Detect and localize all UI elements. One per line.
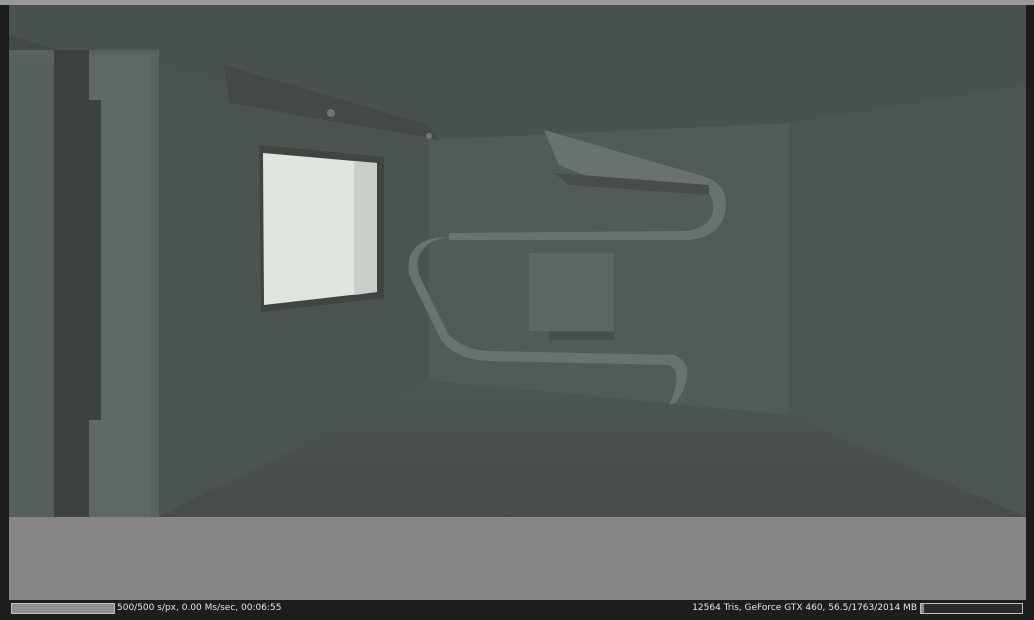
status-bar: 500/500 s/px, 0.00 Ms/sec, 00:06:55 1256… [0, 600, 1034, 620]
scene-stats-label: 12564 Tris, GeForce GTX 460, 56.5/1763/2… [692, 603, 917, 613]
memory-usage-bar [920, 603, 1023, 614]
render-view[interactable] [9, 5, 1026, 517]
render-stats-label: 500/500 s/px, 0.00 Ms/sec, 00:06:55 [117, 603, 282, 613]
render-window: 500/500 s/px, 0.00 Ms/sec, 00:06:55 1256… [0, 0, 1034, 620]
render-image [9, 5, 1026, 517]
samples-progress-bar [11, 603, 115, 614]
